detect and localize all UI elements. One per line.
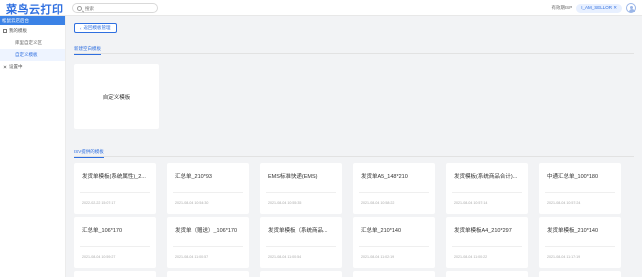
sidebar-title[interactable]: 松鼠云店后台 xyxy=(0,16,65,25)
gear-icon xyxy=(3,65,7,69)
card-divider xyxy=(266,246,336,247)
template-card[interactable] xyxy=(446,271,528,277)
template-name: 汇总单_210*93 xyxy=(175,174,212,180)
sidebar-group-settings[interactable]: 设置中 xyxy=(0,61,65,73)
template-card[interactable]: 发货模板(系统商品合计)... 2021-08-04 10:57:14 xyxy=(446,163,528,214)
back-button-label: 返回模板管理 xyxy=(83,25,111,30)
template-date: 2021-08-04 10:57:24 xyxy=(547,201,581,205)
sidebar: 松鼠云店后台 我的模板 库里自定义区 自定义模板 设置中 xyxy=(0,16,66,277)
template-name: 发货单模板A4_210*297 xyxy=(454,228,512,234)
template-name: 发货单模板(系统属性)_2... xyxy=(82,174,146,180)
card-divider xyxy=(359,192,429,193)
template-date: 2021-08-04 10:59:27 xyxy=(82,255,116,259)
template-card[interactable] xyxy=(539,271,621,277)
template-card[interactable] xyxy=(260,271,342,277)
template-name: 汇总单_210*140 xyxy=(361,228,402,234)
main-content: ‹ 返回模板管理 新建空白模板 自定义模板 ISV提供的模板 发货单模板(系统属… xyxy=(66,16,642,277)
template-date: 2021-08-04 11:02:19 xyxy=(361,255,395,259)
template-card[interactable]: 发货单模板（系统商品... 2021-08-04 11:00:54 xyxy=(260,217,342,268)
template-card[interactable]: 中通汇总单_100*180 2021-08-04 10:57:24 xyxy=(539,163,621,214)
template-card[interactable]: 汇总单_210*93 2021-08-04 10:54:30 xyxy=(167,163,249,214)
template-date: 2021-08-04 11:17:19 xyxy=(547,255,581,259)
user-account-pill[interactable]: I_AM_SELLOR ✕ xyxy=(576,3,622,13)
search-icon xyxy=(77,6,82,11)
card-divider xyxy=(266,192,336,193)
card-divider xyxy=(359,246,429,247)
template-date: 2021-08-04 11:00:22 xyxy=(454,255,488,259)
template-date: 2021-08-04 10:57:14 xyxy=(454,201,488,205)
template-date: 2021-08-04 10:55:35 xyxy=(268,201,302,205)
template-card[interactable] xyxy=(167,271,249,277)
template-date: 2021-08-04 10:58:22 xyxy=(361,201,395,205)
template-card[interactable]: 汇总单_106*170 2021-08-04 10:59:27 xyxy=(74,217,156,268)
top-right-area: 有效期ISP I_AM_SELLOR ✕ xyxy=(551,3,636,13)
template-date: 2021-08-04 11:00:57 xyxy=(175,255,209,259)
template-name: 发货模板(系统商品合计)... xyxy=(454,174,518,180)
section-title-new[interactable]: 新建空白模板 xyxy=(74,46,101,55)
app-logo[interactable]: 菜鸟云打印 xyxy=(6,1,64,17)
template-card[interactable]: 发货单模板(系统属性)_2... 2022-02-22 15:07:17 xyxy=(74,163,156,214)
template-icon xyxy=(3,29,7,33)
template-card[interactable]: 发货单（赠送）_106*170 2021-08-04 11:00:57 xyxy=(167,217,249,268)
template-name: 中通汇总单_100*180 xyxy=(547,174,599,180)
card-divider xyxy=(173,246,243,247)
back-to-templates-button[interactable]: ‹ 返回模板管理 xyxy=(74,23,117,33)
template-date: 2021-08-04 11:00:54 xyxy=(268,255,302,259)
sidebar-group-templates[interactable]: 我的模板 xyxy=(0,25,65,37)
custom-template-card[interactable]: 自定义模板 xyxy=(74,64,159,129)
template-card[interactable]: EMS标准快递(EMS) 2021-08-04 10:55:35 xyxy=(260,163,342,214)
section-divider xyxy=(74,53,634,54)
template-card[interactable]: 发货单模板_210*140 2021-08-04 11:17:19 xyxy=(539,217,621,268)
template-card[interactable]: 发货单模板A4_210*297 2021-08-04 11:00:22 xyxy=(446,217,528,268)
template-name: 发货单模板（系统商品... xyxy=(268,228,328,234)
sidebar-item-custom-area[interactable]: 库里自定义区 xyxy=(0,37,65,49)
card-divider xyxy=(452,192,522,193)
validity-link[interactable]: 有效期ISP xyxy=(551,5,572,11)
card-divider xyxy=(80,246,150,247)
template-card[interactable] xyxy=(74,271,156,277)
template-card[interactable]: 汇总单_210*140 2021-08-04 11:02:19 xyxy=(353,217,435,268)
template-card[interactable] xyxy=(353,271,435,277)
section-divider xyxy=(74,156,634,157)
section-title-isv[interactable]: ISV提供的模板 xyxy=(74,149,104,158)
template-name: EMS标准快递(EMS) xyxy=(268,174,318,180)
search-input[interactable] xyxy=(85,4,155,12)
sidebar-group-label: 设置中 xyxy=(9,64,23,69)
sidebar-group-label: 我的模板 xyxy=(9,28,27,33)
top-bar: 菜鸟云打印 有效期ISP I_AM_SELLOR ✕ xyxy=(0,0,642,16)
avatar-icon[interactable] xyxy=(626,3,636,13)
template-date: 2022-02-22 15:07:17 xyxy=(82,201,116,205)
search-box[interactable] xyxy=(72,3,158,13)
template-date: 2021-08-04 10:54:30 xyxy=(175,201,209,205)
card-divider xyxy=(545,246,615,247)
back-icon: ‹ xyxy=(80,25,82,31)
template-name: 发货单A5_148*210 xyxy=(361,174,408,180)
sidebar-item-custom-template[interactable]: 自定义模板 xyxy=(0,49,65,61)
card-divider xyxy=(173,192,243,193)
card-divider xyxy=(545,192,615,193)
template-name: 发货单模板_210*140 xyxy=(547,228,599,234)
template-name: 发货单（赠送）_106*170 xyxy=(175,228,238,234)
template-name: 汇总单_106*170 xyxy=(82,228,123,234)
card-divider xyxy=(80,192,150,193)
card-divider xyxy=(452,246,522,247)
template-card[interactable]: 发货单A5_148*210 2021-08-04 10:58:22 xyxy=(353,163,435,214)
